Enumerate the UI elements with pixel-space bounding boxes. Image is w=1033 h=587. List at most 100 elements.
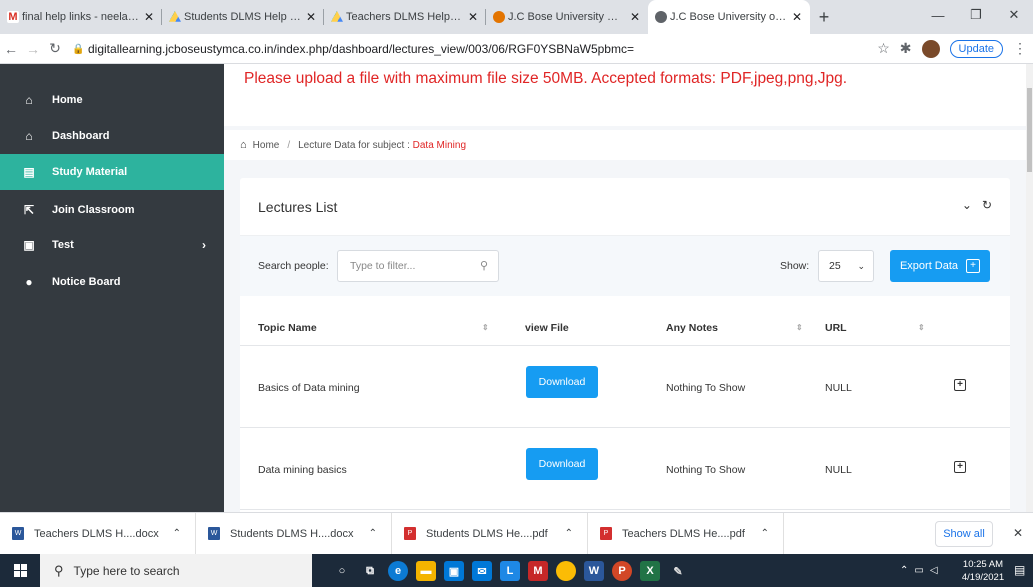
back-icon[interactable]: ← <box>0 41 22 57</box>
card-title: Lectures List <box>258 198 338 215</box>
taskbar-search-input[interactable]: ⚲ Type here to search <box>40 554 312 587</box>
browser-tab[interactable]: M final help links - neelam.du ✕ <box>0 0 162 34</box>
edge-icon[interactable]: e <box>388 561 408 581</box>
close-tab-icon[interactable]: ✕ <box>144 10 154 24</box>
chevron-up-icon[interactable]: ⌃ <box>369 528 377 539</box>
download-item[interactable]: W Students DLMS H....docx ⌃ <box>196 512 392 555</box>
download-shelf: W Teachers DLMS H....docx ⌃ W Students D… <box>0 512 1033 555</box>
column-header[interactable]: Topic Name <box>258 322 317 334</box>
filter-bar: Search people: Type to filter... ⚲ Show:… <box>240 236 1010 296</box>
sidebar-item-label: Dashboard <box>52 130 110 142</box>
close-shelf-icon[interactable]: ✕ <box>1013 526 1023 540</box>
star-icon[interactable]: ☆ <box>877 40 890 57</box>
card-header: Lectures List ⌄ ↻ <box>240 178 1010 236</box>
volume-icon[interactable]: ◁ <box>930 565 938 576</box>
word-icon[interactable]: W <box>584 561 604 581</box>
taskbar-clock[interactable]: 10:25 AM 4/19/2021 <box>958 558 1008 584</box>
pdf-icon: P <box>404 526 416 540</box>
plus-square-icon: + <box>966 259 981 273</box>
browser-tab-active[interactable]: J.C Bose University of Scien ✕ <box>648 0 810 34</box>
sidebar-item-label: Home <box>52 94 83 106</box>
minimize-icon[interactable]: — <box>919 0 957 30</box>
forward-icon[interactable]: → <box>22 41 44 57</box>
sidebar-item-test[interactable]: ▣ Test › <box>0 227 224 263</box>
update-button[interactable]: Update <box>949 39 1003 58</box>
scrollbar-thumb[interactable] <box>1027 88 1032 172</box>
show-all-button[interactable]: Show all <box>935 521 993 547</box>
close-tab-icon[interactable]: ✕ <box>630 10 640 24</box>
new-tab-button[interactable]: + <box>810 0 838 34</box>
window-controls: — ❐ ✕ <box>919 0 1033 30</box>
close-tab-icon[interactable]: ✕ <box>468 10 478 24</box>
page-scrollbar[interactable] <box>1026 64 1033 512</box>
sort-icon[interactable]: ⇕ <box>796 323 803 332</box>
menu-icon[interactable]: ⋮ <box>1013 40 1027 57</box>
download-item[interactable]: P Teachers DLMS He....pdf ⌃ <box>588 512 784 555</box>
reload-icon[interactable]: ↻ <box>44 40 66 57</box>
chevron-down-icon: ⌄ <box>857 260 865 271</box>
chrome-icon[interactable] <box>556 561 576 581</box>
expand-row-icon[interactable]: + <box>954 461 966 473</box>
chevron-up-icon[interactable]: ⌃ <box>900 565 908 576</box>
store-icon[interactable]: ▣ <box>444 561 464 581</box>
breadcrumb-home[interactable]: Home <box>253 140 280 151</box>
mail-icon[interactable]: ✉ <box>472 561 492 581</box>
page-size-select[interactable]: 25 ⌄ <box>818 250 874 282</box>
close-tab-icon[interactable]: ✕ <box>306 10 316 24</box>
chevron-up-icon[interactable]: ⌃ <box>761 528 769 539</box>
url-text: digitallearning.jcboseustymca.co.in/inde… <box>88 41 634 56</box>
collapse-icon[interactable]: ⌄ <box>962 198 972 212</box>
sidebar-item-label: Study Material <box>52 166 128 178</box>
notes-cell: Nothing To Show <box>666 464 746 476</box>
network-icon[interactable]: ▭ <box>914 565 923 576</box>
download-item[interactable]: P Students DLMS He....pdf ⌃ <box>392 512 588 555</box>
windows-taskbar: ⚲ Type here to search ○ ⧉ e ▬ ▣ ✉ L M W … <box>0 554 1033 587</box>
chevron-up-icon[interactable]: ⌃ <box>173 528 181 539</box>
download-item[interactable]: W Teachers DLMS H....docx ⌃ <box>0 512 196 555</box>
refresh-icon[interactable]: ↻ <box>982 198 992 212</box>
task-view-icon[interactable]: ⧉ <box>360 561 380 581</box>
export-label: Export Data <box>899 260 959 272</box>
url-field[interactable]: 🔒 digitallearning.jcboseustymca.co.in/in… <box>72 42 877 56</box>
home-icon: ⌂ <box>240 139 247 151</box>
close-tab-icon[interactable]: ✕ <box>792 10 802 24</box>
paint-icon[interactable]: ✎ <box>668 561 688 581</box>
powerpoint-icon[interactable]: P <box>612 561 632 581</box>
page-size-value: 25 <box>829 260 841 272</box>
windows-start-icon[interactable] <box>14 564 28 578</box>
sidebar-item-study-material[interactable]: ▤ Study Material <box>0 154 224 190</box>
column-header[interactable]: URL <box>825 322 847 334</box>
export-data-button[interactable]: Export Data + <box>890 250 990 282</box>
close-window-icon[interactable]: ✕ <box>995 0 1033 30</box>
browser-tab[interactable]: Teachers DLMS Help Book ✕ <box>324 0 486 34</box>
excel-icon[interactable]: X <box>640 561 660 581</box>
column-header[interactable]: Any Notes <box>666 322 718 334</box>
download-button[interactable]: Download <box>526 366 598 398</box>
mcafee-icon[interactable]: M <box>528 561 548 581</box>
file-explorer-icon[interactable]: ▬ <box>416 561 436 581</box>
download-button[interactable]: Download <box>526 448 598 480</box>
sort-icon[interactable]: ⇕ <box>918 323 925 332</box>
lock-icon: 🔒 <box>72 43 85 55</box>
notes-cell: Nothing To Show <box>666 382 746 394</box>
toolbar-right: ☆ ✱ Update ⋮ <box>877 39 1027 58</box>
avatar[interactable] <box>921 39 940 58</box>
browser-tab[interactable]: J.C Bose University Of Scien ✕ <box>486 0 648 34</box>
expand-row-icon[interactable]: + <box>954 379 966 391</box>
sidebar-item-home[interactable]: ⌂ Home <box>0 82 224 118</box>
sidebar-item-dashboard[interactable]: ⌂ Dashboard <box>0 118 224 154</box>
extensions-icon[interactable]: ✱ <box>900 40 912 57</box>
sidebar-item-join-classroom[interactable]: ⇱ Join Classroom <box>0 192 224 228</box>
column-header[interactable]: view File <box>525 322 569 334</box>
sidebar-item-notice-board[interactable]: ● Notice Board <box>0 264 224 300</box>
url-cell: NULL <box>825 464 852 476</box>
notification-icon[interactable]: ▤ <box>1014 563 1028 577</box>
cortana-icon[interactable]: ○ <box>332 561 352 581</box>
gmail-icon: M <box>7 11 19 23</box>
app-l-icon[interactable]: L <box>500 561 520 581</box>
chevron-up-icon[interactable]: ⌃ <box>565 528 573 539</box>
sort-icon[interactable]: ⇕ <box>482 323 489 332</box>
search-input[interactable]: Type to filter... ⚲ <box>337 250 499 282</box>
browser-tab[interactable]: Students DLMS Help Book ✕ <box>162 0 324 34</box>
restore-icon[interactable]: ❐ <box>957 0 995 30</box>
